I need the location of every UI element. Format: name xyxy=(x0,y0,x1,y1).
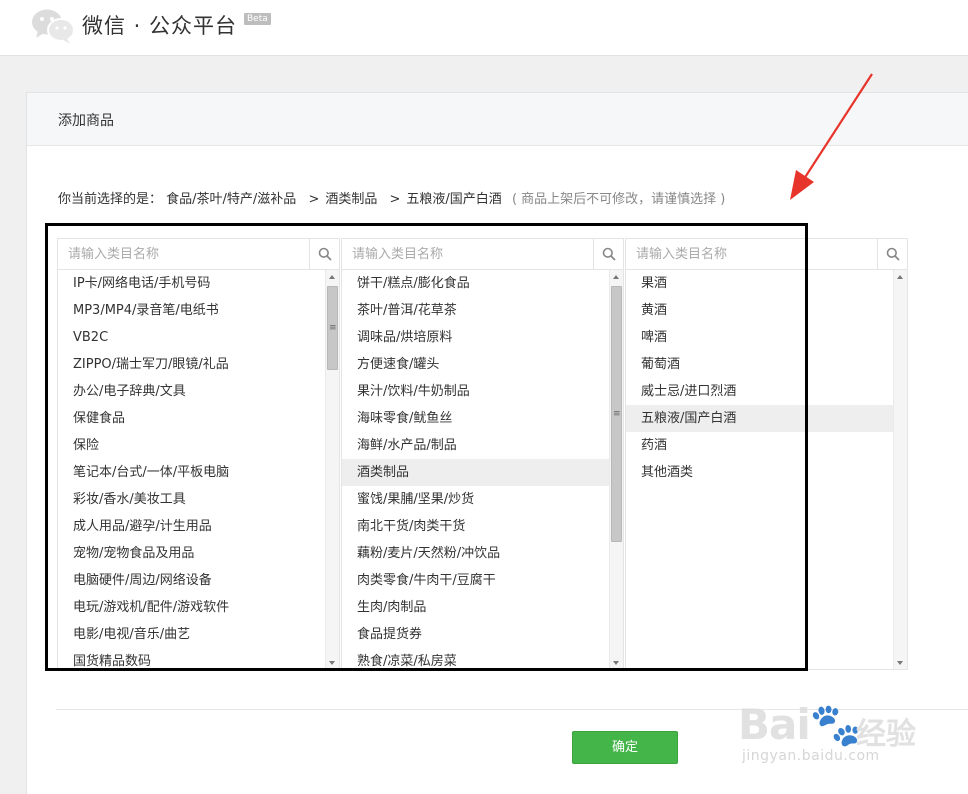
confirm-button[interactable]: 确定 xyxy=(572,731,678,764)
category-item[interactable]: 果汁/饮料/牛奶制品 xyxy=(342,378,609,405)
category-list-1: IP卡/网络电话/手机号码 MP3/MP4/录音笔/电纸书 VB2C ZIPPO/瑞士… xyxy=(58,270,325,669)
category-scrollbar-3[interactable] xyxy=(893,270,907,669)
category-search-input-2[interactable] xyxy=(342,239,592,269)
selection-path-3: 五粮液/国产白酒 xyxy=(406,192,502,207)
beta-badge: Beta xyxy=(244,13,271,25)
category-search-3 xyxy=(626,239,907,270)
paw-icon: 🐾 xyxy=(809,700,862,749)
category-item[interactable]: 宠物/宠物食品及用品 xyxy=(58,540,325,567)
category-item[interactable]: VB2C xyxy=(58,324,325,351)
search-icon xyxy=(318,247,332,261)
selection-path-1: 食品/茶叶/特产/滋补品 xyxy=(166,192,297,207)
category-item[interactable]: 黄酒 xyxy=(626,297,893,324)
category-column-2: 饼干/糕点/膨化食品茶叶/普洱/花草茶调味品/烘培原料方便速食/罐头果汁/饮料/… xyxy=(341,238,624,670)
category-item[interactable]: 办公/电子辞典/文具 xyxy=(58,378,325,405)
scroll-up-arrow-icon[interactable] xyxy=(894,270,907,283)
category-item[interactable]: 海味零食/鱿鱼丝 xyxy=(342,405,609,432)
scroll-up-arrow-icon[interactable] xyxy=(326,270,339,283)
category-item[interactable]: 电脑硬件/周边/网络设备 xyxy=(58,567,325,594)
category-item[interactable]: IP卡/网络电话/手机号码 xyxy=(58,270,325,297)
category-item[interactable]: 藕粉/麦片/天然粉/冲饮品 xyxy=(342,540,609,567)
path-separator: > xyxy=(308,192,320,207)
category-item[interactable]: 啤酒 xyxy=(626,324,893,351)
category-item[interactable]: 果酒 xyxy=(626,270,893,297)
category-list-2: 饼干/糕点/膨化食品 茶叶/普洱/花草茶 调味品/烘培原料 方便速食/罐头 果汁/饮料/… xyxy=(342,270,609,669)
category-scrollbar-1[interactable]: ≡ xyxy=(325,270,339,669)
category-item[interactable]: 保险 xyxy=(58,432,325,459)
category-item[interactable]: 威士忌/进口烈酒 xyxy=(626,378,893,405)
category-column-1: IP卡/网络电话/手机号码MP3/MP4/录音笔/电纸书VB2CZIPPO/瑞士… xyxy=(57,238,340,670)
top-bar: 微信 · 公众平台 Beta xyxy=(0,0,968,56)
category-search-input-3[interactable] xyxy=(626,239,876,269)
search-button-1[interactable] xyxy=(309,239,339,269)
category-item[interactable]: 茶叶/普洱/花草茶 xyxy=(342,297,609,324)
category-item[interactable]: 成人用品/避孕/计生用品 xyxy=(58,513,325,540)
category-search-input-1[interactable] xyxy=(58,239,308,269)
category-item[interactable]: 电玩/游戏机/配件/游戏软件 xyxy=(58,594,325,621)
category-item[interactable]: 葡萄酒 xyxy=(626,351,893,378)
platform-title[interactable]: 微信 · 公众平台 xyxy=(82,10,237,40)
category-item[interactable]: 五粮液/国产白酒 xyxy=(626,405,893,432)
wechat-logo-icon xyxy=(32,9,75,44)
category-item[interactable]: 国货精品数码 xyxy=(58,648,325,669)
category-item[interactable]: 蜜饯/果脯/坚果/炒货 xyxy=(342,486,609,513)
panel-title: 添加商品 xyxy=(58,113,114,129)
search-icon xyxy=(602,247,616,261)
search-icon xyxy=(886,247,900,261)
category-item[interactable]: 酒类制品 xyxy=(342,459,609,486)
search-button-2[interactable] xyxy=(593,239,623,269)
category-item[interactable]: MP3/MP4/录音笔/电纸书 xyxy=(58,297,325,324)
watermark-brand-suffix: 经验 xyxy=(856,717,916,752)
category-search-1 xyxy=(58,239,339,270)
category-item[interactable]: 南北干货/肉类干货 xyxy=(342,513,609,540)
scroll-down-arrow-icon[interactable] xyxy=(326,656,339,669)
category-scrollbar-2[interactable]: ≡ xyxy=(609,270,623,669)
category-item[interactable]: 电影/电视/音乐/曲艺 xyxy=(58,621,325,648)
category-item[interactable]: 海鲜/水产品/制品 xyxy=(342,432,609,459)
selection-path-2: 酒类制品 xyxy=(325,192,378,207)
path-separator: > xyxy=(389,192,401,207)
category-list-3: 果酒 黄酒 啤酒 葡萄酒 威士忌/进口烈酒 五粮液/国产白酒 药酒 其他酒类 xyxy=(626,270,893,669)
selection-note: ( 商品上架后不可修改，请谨慎选择 ) xyxy=(511,192,726,207)
category-item[interactable]: 食品提货券 xyxy=(342,621,609,648)
category-item[interactable]: 药酒 xyxy=(626,432,893,459)
category-column-3: 果酒黄酒啤酒葡萄酒威士忌/进口烈酒五粮液/国产白酒药酒其他酒类 xyxy=(625,238,908,670)
current-selection-label: 你当前选择的是： xyxy=(58,192,163,207)
scroll-up-arrow-icon[interactable] xyxy=(610,270,623,283)
category-item[interactable]: 生肉/肉制品 xyxy=(342,594,609,621)
baidu-jingyan-watermark: Bai🐾 经验 jingyan.baidu.com xyxy=(738,700,938,775)
category-item[interactable]: 饼干/糕点/膨化食品 xyxy=(342,270,609,297)
scroll-down-arrow-icon[interactable] xyxy=(610,656,623,669)
watermark-url: jingyan.baidu.com xyxy=(742,748,880,764)
current-selection: 你当前选择的是： 食品/茶叶/特产/滋补品 > 酒类制品 > 五粮液/国产白酒 ( … xyxy=(58,188,725,207)
scroll-thumb[interactable]: ≡ xyxy=(327,286,338,370)
category-item[interactable]: 熟食/凉菜/私房菜 xyxy=(342,648,609,669)
category-search-2 xyxy=(342,239,623,270)
category-item[interactable]: 保健食品 xyxy=(58,405,325,432)
category-item[interactable]: ZIPPO/瑞士军刀/眼镜/礼品 xyxy=(58,351,325,378)
search-button-3[interactable] xyxy=(877,239,907,269)
category-item[interactable]: 彩妆/香水/美妆工具 xyxy=(58,486,325,513)
scroll-down-arrow-icon[interactable] xyxy=(894,656,907,669)
category-item[interactable]: 调味品/烘培原料 xyxy=(342,324,609,351)
category-item[interactable]: 笔记本/台式/一体/平板电脑 xyxy=(58,459,325,486)
category-item[interactable]: 其他酒类 xyxy=(626,459,893,486)
annotation-arrow-icon xyxy=(790,73,873,200)
category-item[interactable]: 方便速食/罐头 xyxy=(342,351,609,378)
scroll-thumb[interactable]: ≡ xyxy=(611,286,622,542)
category-item[interactable]: 肉类零食/牛肉干/豆腐干 xyxy=(342,567,609,594)
watermark-brand: Bai🐾 xyxy=(738,700,862,749)
